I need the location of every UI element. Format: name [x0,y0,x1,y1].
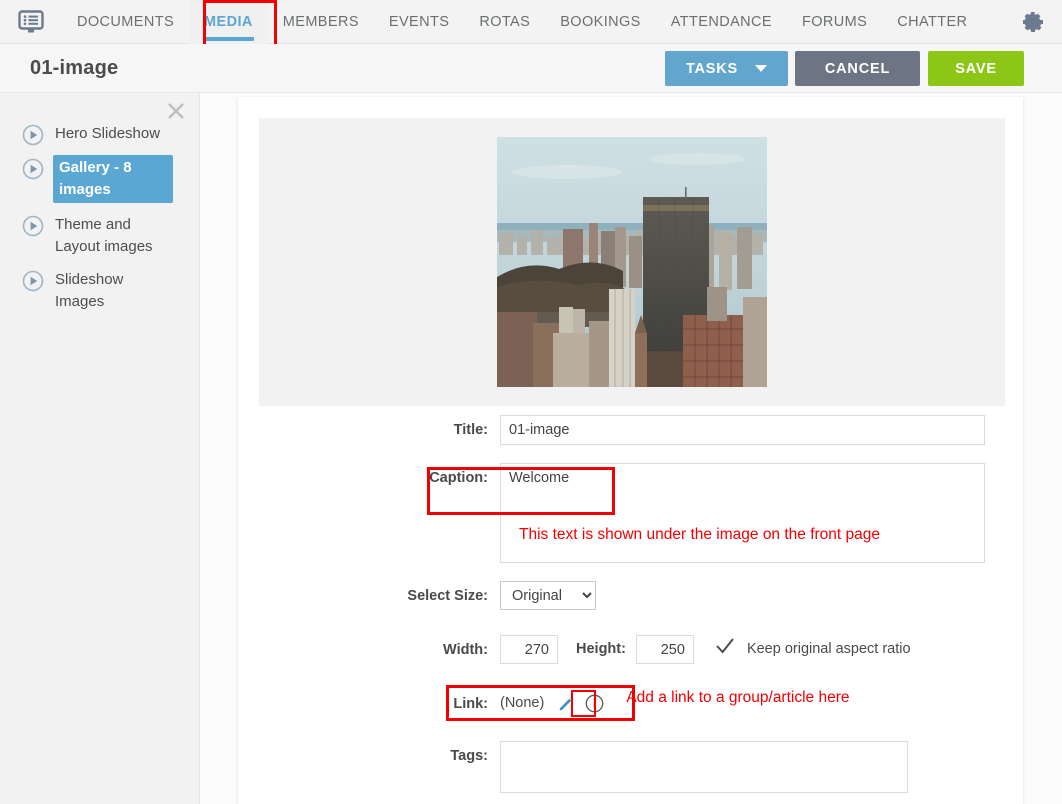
image-preview-stage [259,118,1005,406]
width-label: Width: [443,642,488,658]
media-form: Title: Caption: This text is shown under… [238,415,1023,793]
sidebar-item-gallery-8-images[interactable]: Gallery - 8 images [0,155,200,205]
sidebar-item-slideshow-images[interactable]: Slideshow Images [0,267,200,315]
check-icon[interactable] [714,635,736,657]
link-value: (None) [500,695,545,711]
nav-item-rotas[interactable]: ROTAS [464,0,545,44]
select-size-dropdown[interactable]: Original [500,581,596,610]
save-button[interactable]: SAVE [928,51,1024,86]
keep-aspect-ratio-label: Keep original aspect ratio [746,641,911,657]
tags-input[interactable] [500,741,908,793]
top-navigation-bar: DOCUMENTS MEDIA MEMBERS EVENTS ROTAS BOO… [0,0,1062,44]
nav-item-forums[interactable]: FORUMS [787,0,882,44]
tags-row: Tags: [238,741,1023,793]
nav-item-label: ROTAS [479,13,531,30]
nav-item-label: MEMBERS [282,13,359,30]
nav-item-label: DOCUMENTS [77,13,175,30]
album-list: Hero Slideshow Gallery - 8 images Theme … [0,121,200,322]
link-label: Link: [453,696,488,712]
sidebar-item-label: Hero Slideshow [55,125,161,142]
sidebar-item-label: Slideshow Images [55,271,124,310]
play-circle-icon [22,270,44,292]
select-size-row: Select Size: Original [238,581,1023,611]
media-detail-card: Title: Caption: This text is shown under… [238,97,1023,804]
sidebar-item-hero-slideshow[interactable]: Hero Slideshow [0,121,200,148]
nav-item-label: EVENTS [388,13,450,30]
cancel-button-label: CANCEL [824,60,891,77]
height-label: Height: [576,641,626,657]
nav-item-label: BOOKINGS [560,13,641,30]
nav-item-bookings[interactable]: BOOKINGS [545,0,656,44]
dimensions-row: Width: Height: Keep original aspect rati… [238,635,1023,665]
gear-icon[interactable] [1022,11,1044,33]
link-row: Link: (None) Add a link to a group/artic… [238,685,1023,721]
nav-item-media[interactable]: MEDIA [189,0,268,44]
nav-item-label: CHATTER [897,13,968,30]
link-annotation-text: Add a link to a group/article here [626,689,850,706]
tasks-button[interactable]: TASKS [665,51,788,86]
album-sidebar: Hero Slideshow Gallery - 8 images Theme … [0,93,200,804]
caption-row: Caption: This text is shown under the im… [238,463,1023,563]
sidebar-item-label: Theme and Layout images [55,216,153,255]
sidebar-item-theme-and-layout-images[interactable]: Theme and Layout images [0,212,200,260]
nav-item-documents[interactable]: DOCUMENTS [62,0,189,44]
nav-item-members[interactable]: MEMBERS [268,0,374,44]
nav-item-attendance[interactable]: ATTENDANCE [656,0,787,44]
monitor-list-icon[interactable] [0,9,62,34]
nav-item-label: MEDIA [204,13,253,30]
width-input[interactable] [500,635,558,664]
title-label: Title: [453,422,488,438]
link-controls: (None) [500,689,604,717]
tasks-button-label: TASKS [685,60,739,77]
page-title: 01-image [30,57,119,79]
cancel-button[interactable]: CANCEL [795,51,920,86]
play-circle-icon [22,124,44,146]
caption-annotation-text: This text is shown under the image on th… [519,526,881,543]
nav-item-events[interactable]: EVENTS [374,0,464,44]
nav-item-label: ATTENDANCE [670,13,772,30]
play-circle-icon [22,215,44,237]
active-underline [203,36,254,41]
sidebar-item-label: Gallery - 8 images [53,155,173,203]
info-circle-icon[interactable] [585,694,604,713]
tags-label: Tags: [450,748,488,764]
chevron-down-icon [755,65,768,72]
caption-label: Caption: [429,470,488,486]
play-circle-icon [22,158,44,180]
nav-item-chatter[interactable]: CHATTER [882,0,982,44]
select-size-label: Select Size: [407,588,488,604]
page-header-bar: 01-image TASKS CANCEL SAVE [0,44,1062,93]
image-preview[interactable] [497,137,767,387]
height-input[interactable] [635,635,694,664]
nav-item-list: DOCUMENTS MEDIA MEMBERS EVENTS ROTAS BOO… [62,0,982,44]
nav-item-label: FORUMS [801,13,868,30]
pencil-icon[interactable] [556,693,577,714]
caption-input[interactable] [500,463,985,563]
save-button-label: SAVE [955,60,997,77]
title-input[interactable] [500,415,985,445]
title-row: Title: [238,415,1023,445]
